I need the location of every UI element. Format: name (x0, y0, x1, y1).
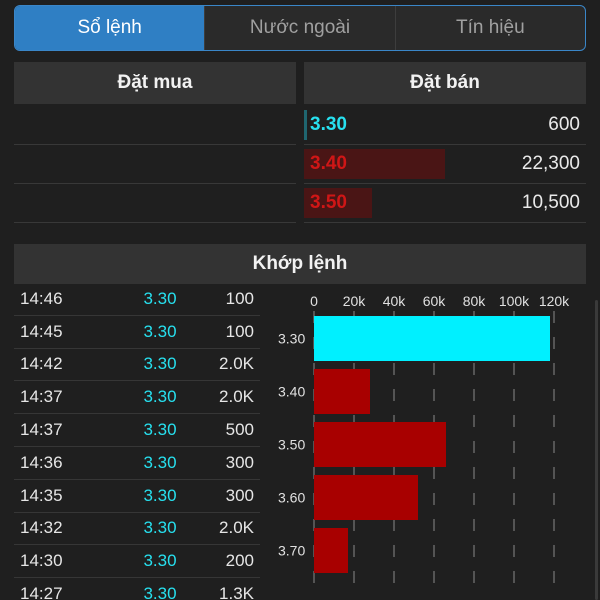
x-tick-label: 100k (499, 293, 530, 309)
volume-by-price-chart: 0 20k 40k 60k 80k 100k 120k 3.30 3.40 3.50 3.60 3.7… (268, 287, 586, 600)
trade-volume: 2.0K (219, 354, 254, 374)
sell-volume: 22,300 (521, 153, 580, 174)
trade-volume: 2.0K (219, 387, 254, 407)
trade-time: 14:37 (20, 387, 63, 407)
buy-orders-list (14, 106, 296, 223)
sell-depth-bar (304, 110, 307, 140)
price-level-label: 3.70 (278, 543, 305, 559)
buy-order-row (14, 145, 296, 184)
sell-price: 3.50 (310, 192, 347, 213)
sell-orders-header: Đặt bán (304, 62, 586, 104)
buy-order-row (14, 106, 296, 145)
price-level-label: 3.60 (278, 490, 305, 506)
tab-signals[interactable]: Tín hiệu (394, 6, 585, 50)
tab-foreign[interactable]: Nước ngoài (204, 6, 394, 50)
trade-row: 14:45 3.30 100 (14, 316, 260, 349)
sell-order-row[interactable]: 3.40 22,300 (304, 145, 586, 184)
trade-volume: 300 (225, 485, 254, 505)
tab-order-book[interactable]: Sổ lệnh (15, 6, 205, 50)
trade-time: 14:42 (20, 354, 63, 374)
trade-time: 14:35 (20, 485, 63, 505)
volume-chart-svg: 0 20k 40k 60k 80k 100k 120k 3.30 3.40 3.50 3.60 3.7… (278, 293, 570, 586)
sell-orders-list: 3.30 600 3.40 22,300 3.50 10,500 (304, 106, 586, 223)
trade-row: 14:30 3.30 200 (14, 545, 260, 579)
trade-price: 3.30 (143, 387, 177, 407)
trade-price: 3.30 (143, 518, 177, 538)
trade-price: 3.30 (143, 485, 177, 505)
trade-volume: 2.0K (219, 518, 254, 538)
trade-row: 14:37 3.30 2.0K (14, 381, 260, 415)
x-tick-label: 0 (310, 293, 318, 309)
trade-row: 14:42 3.30 2.0K (14, 349, 260, 382)
trade-price: 3.30 (143, 551, 177, 571)
trade-time: 14:45 (20, 321, 63, 341)
trade-row: 14:32 3.30 2.0K (14, 513, 260, 546)
price-level-label: 3.50 (278, 437, 305, 453)
x-tick-label: 120k (539, 293, 570, 309)
view-tabs: Sổ lệnh Nước ngoài Tín hiệu (14, 5, 586, 51)
trade-price: 3.30 (143, 321, 177, 341)
sell-order-row[interactable]: 3.30 600 (304, 106, 586, 145)
price-level-label: 3.30 (278, 331, 305, 347)
matched-trades-list[interactable]: 14:46 3.30 100 14:45 3.30 100 14:42 3.30 2.0K … (14, 283, 260, 600)
scrollbar[interactable] (595, 300, 598, 600)
trade-volume: 1.3K (219, 584, 254, 600)
trade-time: 14:27 (20, 584, 63, 600)
sell-volume: 600 (548, 114, 580, 135)
matched-orders-header: Khớp lệnh (14, 244, 586, 284)
trade-row: 14:35 3.30 300 (14, 480, 260, 513)
price-volume-bar (314, 316, 550, 361)
trade-row: 14:36 3.30 300 (14, 447, 260, 480)
price-volume-bar (314, 422, 446, 467)
buy-orders-header: Đặt mua (14, 62, 296, 104)
trade-time: 14:37 (20, 420, 63, 440)
trade-row: 14:27 3.30 1.3K (14, 578, 260, 600)
trade-volume: 300 (225, 452, 254, 472)
x-tick-label: 80k (463, 293, 487, 309)
trade-time: 14:30 (20, 551, 63, 571)
trade-row: 14:37 3.30 500 (14, 414, 260, 447)
sell-price: 3.40 (310, 153, 347, 174)
sell-volume: 10,500 (521, 192, 580, 213)
price-volume-bar (314, 528, 348, 573)
trade-time: 14:46 (20, 288, 63, 308)
price-volume-bar (314, 369, 370, 414)
trade-time: 14:36 (20, 452, 63, 472)
trade-price: 3.30 (143, 452, 177, 472)
trade-volume: 500 (225, 420, 254, 440)
x-tick-label: 60k (423, 293, 447, 309)
trade-volume: 200 (225, 551, 254, 571)
buy-order-row (14, 184, 296, 223)
sell-order-row[interactable]: 3.50 10,500 (304, 184, 586, 223)
sell-price: 3.30 (310, 114, 347, 135)
x-tick-label: 40k (383, 293, 407, 309)
trade-price: 3.30 (143, 420, 177, 440)
trade-volume: 100 (225, 288, 254, 308)
trade-row: 14:46 3.30 100 (14, 283, 260, 316)
trade-volume: 100 (225, 321, 254, 341)
trade-price: 3.30 (143, 584, 177, 600)
x-tick-label: 20k (343, 293, 367, 309)
price-level-label: 3.40 (278, 384, 305, 400)
trade-price: 3.30 (143, 354, 177, 374)
trade-price: 3.30 (143, 288, 177, 308)
price-volume-bar (314, 475, 418, 520)
trade-time: 14:32 (20, 518, 63, 538)
